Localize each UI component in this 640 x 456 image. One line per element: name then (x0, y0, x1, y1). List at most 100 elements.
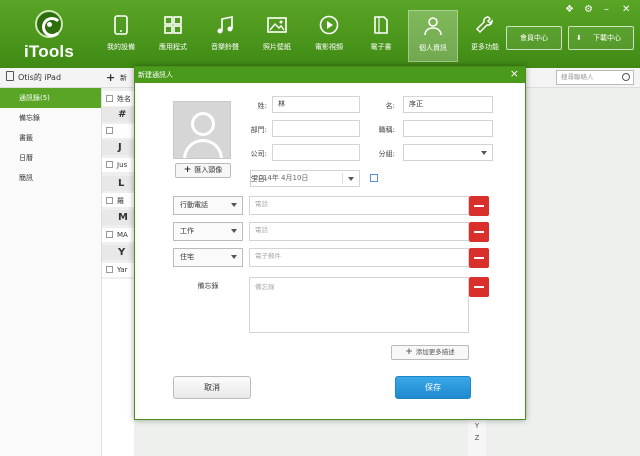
birthday-checkbox[interactable] (370, 174, 378, 182)
nav-video[interactable]: 電影視頻 (304, 10, 354, 62)
avatar-placeholder (173, 101, 231, 159)
minimize-button[interactable]: – (604, 4, 609, 15)
row-checkbox[interactable] (106, 231, 113, 238)
birthday-value: 2014年 4月10日 (254, 174, 309, 182)
download-center-button[interactable]: ⬇ 下載中心 (568, 26, 634, 50)
department-field[interactable] (272, 120, 360, 137)
nav-label: 音樂鈴聲 (211, 43, 239, 51)
remove-note-button[interactable] (469, 277, 489, 297)
company-label: 公司: (250, 150, 267, 158)
tools-icon (474, 14, 496, 36)
list-item[interactable]: 羅 (102, 193, 134, 207)
nav-personal-info[interactable]: 個人資訊 (408, 10, 458, 62)
position-field[interactable] (403, 120, 493, 137)
import-avatar-label: 匯入頭像 (194, 166, 223, 174)
person-head-shape (191, 112, 215, 136)
person-icon (422, 15, 444, 37)
alphabet-index[interactable]: Y Z (468, 420, 486, 456)
phone-type-select[interactable]: 行動電話 (173, 196, 243, 215)
work-type-value: 工作 (180, 227, 194, 235)
nav-label: 個人資訊 (419, 44, 447, 52)
work-type-select[interactable]: 工作 (173, 222, 243, 241)
birthday-picker[interactable]: 2014年 4月10日 (250, 170, 360, 187)
plus-icon: + (183, 165, 192, 175)
nav-music[interactable]: 音樂鈴聲 (200, 10, 250, 62)
sidebar: 通訊錄(5) 備忘錄 書籤 日曆 簡訊 (0, 88, 102, 456)
cancel-button[interactable]: 取消 (173, 376, 251, 399)
video-icon (318, 14, 340, 36)
device-selector[interactable]: Otis的 iPad (0, 68, 102, 88)
sidebar-item-contacts[interactable]: 通訊錄(5) (0, 88, 101, 108)
name-column-header: 姓名 (117, 95, 131, 103)
index-letter[interactable]: Z (468, 432, 486, 444)
save-button[interactable]: 保存 (395, 376, 471, 399)
nav-my-device[interactable]: 我的設備 (96, 10, 146, 62)
row-checkbox[interactable] (106, 197, 113, 204)
nav-apps[interactable]: 應用程式 (148, 10, 198, 62)
contact-name: MA (117, 231, 128, 239)
list-header: 姓名 (102, 91, 134, 106)
top-bar: iTools 我的設備 應用程式 音樂鈴聲 照片壁紙 電影視頻 電子書 個人資訊… (0, 0, 640, 68)
row-checkbox[interactable] (106, 127, 113, 134)
nav-ebook[interactable]: 電子書 (356, 10, 406, 62)
remove-email-button[interactable] (469, 248, 489, 268)
sidebar-item-notes[interactable]: 備忘錄 (0, 108, 101, 128)
sidebar-item-messages[interactable]: 簡訊 (0, 168, 101, 188)
nav-label: 應用程式 (159, 43, 187, 51)
list-item[interactable] (102, 124, 134, 138)
row-checkbox[interactable] (106, 266, 113, 273)
skin-icon[interactable]: ❖ (565, 4, 574, 15)
mobile-phone-field[interactable]: 電話 (249, 196, 469, 215)
contact-name: Yar (117, 266, 128, 274)
close-window-button[interactable]: ✕ (622, 4, 630, 15)
list-item[interactable]: Jus (102, 158, 134, 172)
list-item[interactable]: Yar (102, 263, 134, 277)
contact-search-input[interactable]: 搜尋聯絡人 (556, 70, 634, 85)
nav-photos[interactable]: 照片壁紙 (252, 10, 302, 62)
chevron-down-icon (231, 255, 237, 259)
dialog-close-button[interactable]: × (510, 67, 519, 81)
photo-icon (266, 14, 288, 36)
last-name-field[interactable]: 林 (272, 96, 360, 113)
home-type-select[interactable]: 住宅 (173, 248, 243, 267)
add-more-button[interactable]: + 添加更多描述 (391, 345, 469, 360)
note-textarea[interactable]: 備忘錄 (249, 277, 469, 333)
position-label: 職稱: (378, 126, 395, 134)
remove-work-button[interactable] (469, 222, 489, 242)
new-contact-label[interactable]: 新 (120, 73, 127, 83)
download-icon: ⬇ (576, 34, 582, 42)
department-label: 部門: (250, 126, 267, 134)
nav-label: 更多功能 (471, 43, 499, 51)
company-field[interactable] (272, 144, 360, 161)
phone-type-value: 行動電話 (180, 201, 208, 209)
select-all-checkbox[interactable] (106, 95, 113, 102)
nav-more[interactable]: 更多功能 (460, 10, 510, 62)
letter-divider: L (102, 176, 134, 191)
index-letter[interactable]: Y (468, 420, 486, 432)
dialog-title: 新建通訊人 (135, 67, 525, 83)
nav-label: 我的設備 (107, 43, 135, 51)
device-name: Otis的 iPad (18, 73, 62, 82)
sidebar-item-calendar[interactable]: 日曆 (0, 148, 101, 168)
chevron-down-icon (348, 177, 354, 181)
apps-icon (162, 14, 184, 36)
nav-label: 照片壁紙 (263, 43, 291, 51)
remove-mobile-button[interactable] (469, 196, 489, 216)
group-select[interactable] (403, 144, 493, 161)
import-avatar-button[interactable]: + 匯入頭像 (175, 163, 231, 178)
search-placeholder: 搜尋聯絡人 (561, 73, 594, 81)
list-item[interactable]: MA (102, 228, 134, 242)
letter-divider: Y (102, 245, 134, 260)
first-name-label: 名: (385, 102, 395, 110)
settings-icon[interactable]: ⚙ (584, 4, 593, 15)
row-checkbox[interactable] (106, 161, 113, 168)
book-icon (370, 14, 392, 36)
person-body-shape (183, 139, 223, 158)
add-contact-icon[interactable]: + (106, 71, 115, 84)
email-field[interactable]: 電子郵件 (249, 248, 469, 267)
sidebar-item-bookmarks[interactable]: 書籤 (0, 128, 101, 148)
first-name-field[interactable]: 序正 (403, 96, 493, 113)
member-center-button[interactable]: 會員中心 (506, 26, 562, 50)
download-center-label: 下載中心 (593, 34, 621, 42)
work-phone-field[interactable]: 電話 (249, 222, 469, 241)
